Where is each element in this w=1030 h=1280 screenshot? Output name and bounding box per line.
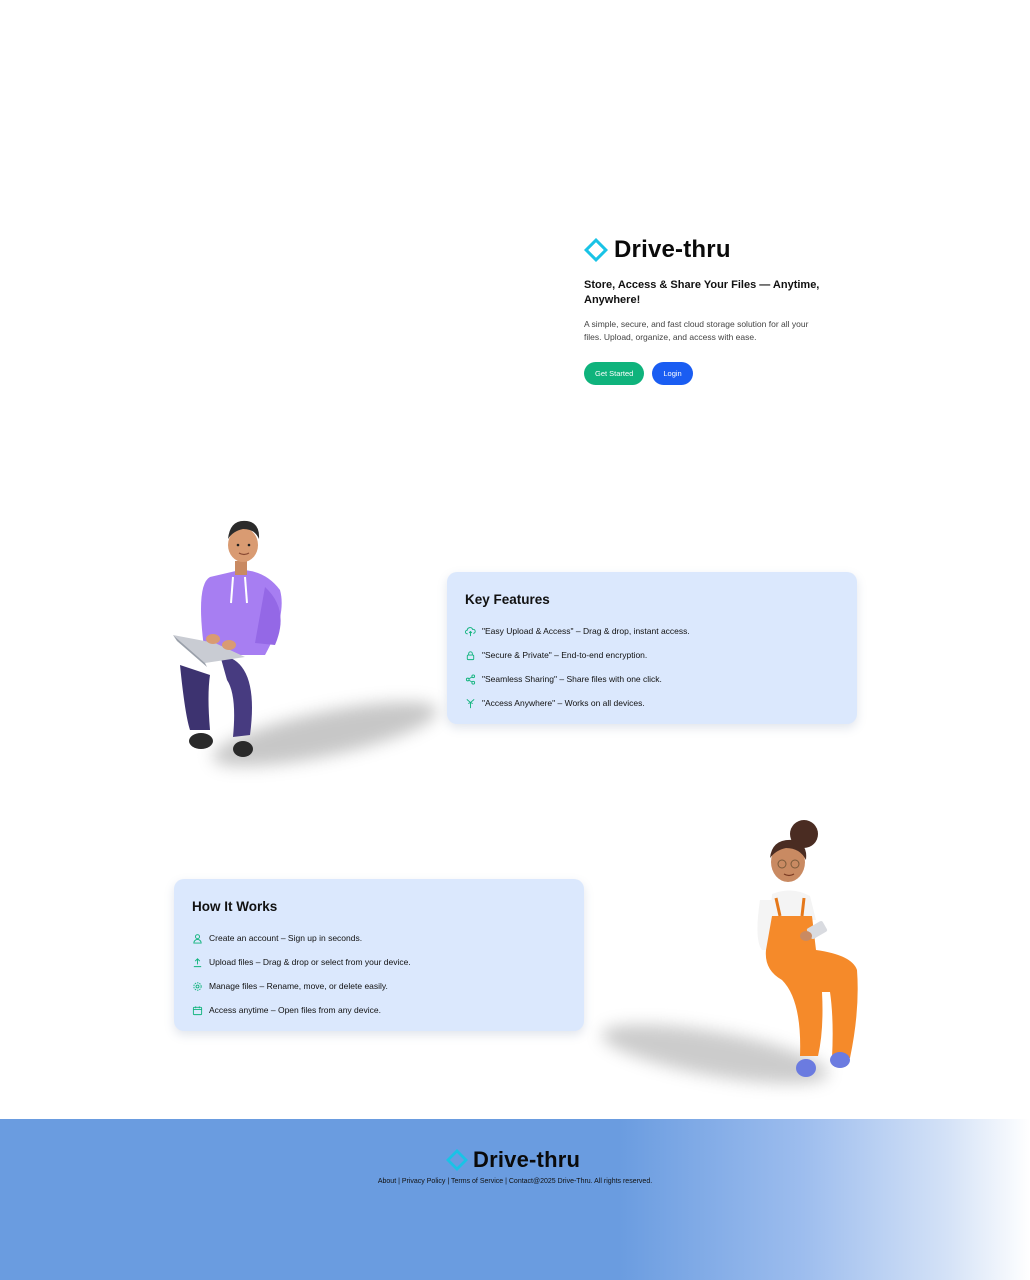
footer-link-terms-of-service[interactable]: Terms of Service: [451, 1178, 503, 1185]
key-features-card: Key Features "Easy Upload & Access" – Dr…: [447, 572, 857, 724]
diamond-logo-icon: [584, 238, 608, 262]
step-text: Access anytime – Open files from any dev…: [209, 1005, 381, 1015]
feature-item: "Secure & Private" – End-to-end encrypti…: [465, 643, 839, 667]
key-features-title: Key Features: [465, 592, 550, 607]
brand-logo[interactable]: Drive-thru: [584, 236, 834, 264]
how-it-works-title: How It Works: [192, 899, 278, 914]
step-item: Manage files – Rename, move, or delete e…: [192, 974, 566, 998]
get-started-button[interactable]: Get Started: [584, 362, 645, 385]
share-icon: [465, 673, 476, 685]
woman-with-phone-illustration: [757, 820, 858, 1077]
man-with-laptop-illustration: [173, 520, 282, 757]
step-item: Access anytime – Open files from any dev…: [192, 998, 566, 1022]
feature-item: "Seamless Sharing" – Share files with on…: [465, 667, 839, 691]
gear-icon: [193, 981, 202, 991]
user-icon: [193, 933, 202, 944]
hero-headline: Store, Access & Share Your Files — Anyti…: [584, 279, 820, 306]
footer: Drive-thru About | Privacy Policy | Term…: [0, 1119, 1030, 1280]
diamond-logo-icon: [446, 1149, 468, 1171]
upload-icon: [193, 957, 202, 967]
cloud-upload-icon: [465, 626, 476, 636]
signal-icon: [466, 698, 475, 708]
login-button[interactable]: Login: [652, 362, 693, 385]
step-item: Upload files – Drag & drop or select fro…: [192, 950, 566, 974]
footer-link-contact[interactable]: Contact: [509, 1178, 533, 1185]
footer-link-privacy-policy[interactable]: Privacy Policy: [402, 1178, 446, 1185]
footer-brand-name: Drive-thru: [473, 1147, 581, 1172]
footer-brand-logo[interactable]: Drive-thru: [446, 1147, 580, 1173]
how-it-works-list: Create an account – Sign up in seconds. …: [192, 926, 566, 1022]
feature-text: "Seamless Sharing" – Share files with on…: [482, 674, 662, 684]
step-text: Upload files – Drag & drop or select fro…: [209, 957, 411, 967]
footer-copyright: @2025 Drive-Thru. All rights reserved.: [533, 1178, 653, 1185]
footer-link-about[interactable]: About: [378, 1178, 396, 1185]
feature-text: "Secure & Private" – End-to-end encrypti…: [482, 650, 648, 660]
step-text: Manage files – Rename, move, or delete e…: [209, 981, 388, 991]
how-it-works-card: How It Works Create an account – Sign up…: [174, 879, 584, 1031]
feature-item: "Easy Upload & Access" – Drag & drop, in…: [465, 619, 839, 643]
hero-description: A simple, secure, and fast cloud storage…: [584, 319, 809, 342]
step-text: Create an account – Sign up in seconds.: [209, 933, 363, 943]
step-item: Create an account – Sign up in seconds.: [192, 926, 566, 950]
hero-section: Drive-thru Store, Access & Share Your Fi…: [584, 236, 834, 385]
brand-name: Drive-thru: [614, 236, 731, 263]
footer-links: About | Privacy Policy | Terms of Servic…: [0, 1178, 1030, 1185]
lock-icon: [466, 650, 475, 660]
calendar-icon: [192, 1005, 203, 1015]
feature-item: "Access Anywhere" – Works on all devices…: [465, 691, 839, 715]
feature-text: "Access Anywhere" – Works on all devices…: [482, 698, 645, 708]
key-features-list: "Easy Upload & Access" – Drag & drop, in…: [465, 619, 839, 715]
feature-text: "Easy Upload & Access" – Drag & drop, in…: [482, 626, 690, 636]
